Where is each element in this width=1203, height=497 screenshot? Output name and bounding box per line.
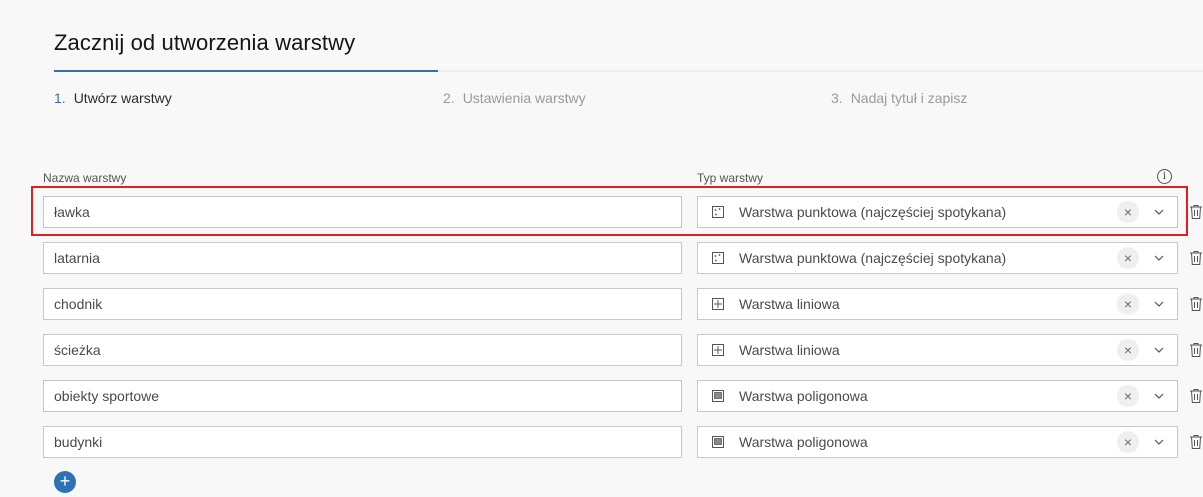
chevron-down-icon[interactable] (1149, 202, 1169, 222)
info-icon[interactable]: i (1157, 169, 1172, 184)
layer-row: Warstwa poligonowa × (0, 380, 1203, 412)
clear-selection-button[interactable]: × (1117, 201, 1139, 223)
chevron-down-icon[interactable] (1149, 248, 1169, 268)
layer-row: Warstwa poligonowa × (0, 426, 1203, 458)
layer-name-input[interactable] (43, 242, 682, 274)
page-title: Zacznij od utworzenia warstwy (54, 30, 356, 55)
layer-row: Warstwa punktowa (najczęściej spotykana)… (0, 242, 1203, 274)
step-number: 3. (831, 90, 843, 106)
step-1[interactable]: 1. Utwórz warstwy (54, 90, 172, 106)
layer-type-label: Warstwa punktowa (najczęściej spotykana) (739, 204, 1007, 220)
layer-type-select[interactable]: Warstwa liniowa × (697, 334, 1178, 366)
layer-type-label: Warstwa liniowa (739, 296, 840, 312)
layer-name-input[interactable] (43, 288, 682, 320)
clear-selection-button[interactable]: × (1117, 293, 1139, 315)
layer-type-select[interactable]: Warstwa liniowa × (697, 288, 1178, 320)
layer-row: Warstwa liniowa × (0, 334, 1203, 366)
step-label: Utwórz warstwy (73, 90, 172, 106)
layer-type-label: Warstwa punktowa (najczęściej spotykana) (739, 250, 1007, 266)
trash-icon[interactable] (1189, 204, 1203, 220)
layer-row: Warstwa liniowa × (0, 288, 1203, 320)
trash-icon[interactable] (1189, 434, 1203, 450)
trash-icon[interactable] (1189, 296, 1203, 312)
layer-name-input[interactable] (43, 426, 682, 458)
clear-selection-button[interactable]: × (1117, 431, 1139, 453)
layer-type-select[interactable]: Warstwa poligonowa × (697, 426, 1178, 458)
add-layer-button[interactable]: + (54, 471, 76, 493)
step-3[interactable]: 3. Nadaj tytuł i zapisz (831, 90, 967, 106)
step-number: 1. (54, 90, 66, 106)
clear-selection-button[interactable]: × (1117, 385, 1139, 407)
chevron-down-icon[interactable] (1149, 386, 1169, 406)
polygon-layer-icon (711, 435, 725, 449)
chevron-down-icon[interactable] (1149, 294, 1169, 314)
step-label: Nadaj tytuł i zapisz (850, 90, 968, 106)
step-number: 2. (443, 90, 455, 106)
chevron-down-icon[interactable] (1149, 340, 1169, 360)
clear-selection-button[interactable]: × (1117, 247, 1139, 269)
point-layer-icon (711, 205, 725, 219)
trash-icon[interactable] (1189, 342, 1203, 358)
layer-type-select[interactable]: Warstwa poligonowa × (697, 380, 1178, 412)
point-layer-icon (711, 251, 725, 265)
steps-progress-bar (54, 70, 438, 72)
layer-row: Warstwa punktowa (najczęściej spotykana)… (0, 196, 1203, 228)
polygon-layer-icon (711, 389, 725, 403)
trash-icon[interactable] (1189, 250, 1203, 266)
clear-selection-button[interactable]: × (1117, 339, 1139, 361)
layer-type-label: Warstwa liniowa (739, 342, 840, 358)
layer-type-label: Warstwa poligonowa (739, 434, 868, 450)
layer-type-column-label: Typ warstwy (697, 171, 764, 185)
step-label: Ustawienia warstwy (462, 90, 586, 106)
layer-name-column-label: Nazwa warstwy (43, 171, 127, 185)
layer-name-input[interactable] (43, 334, 682, 366)
trash-icon[interactable] (1189, 388, 1203, 404)
line-layer-icon (711, 343, 725, 357)
step-2[interactable]: 2. Ustawienia warstwy (443, 90, 586, 106)
line-layer-icon (711, 297, 725, 311)
layer-type-select[interactable]: Warstwa punktowa (najczęściej spotykana)… (697, 196, 1178, 228)
chevron-down-icon[interactable] (1149, 432, 1169, 452)
layer-name-input[interactable] (43, 196, 682, 228)
layer-type-select[interactable]: Warstwa punktowa (najczęściej spotykana)… (697, 242, 1178, 274)
layer-type-label: Warstwa poligonowa (739, 388, 868, 404)
layer-name-input[interactable] (43, 380, 682, 412)
